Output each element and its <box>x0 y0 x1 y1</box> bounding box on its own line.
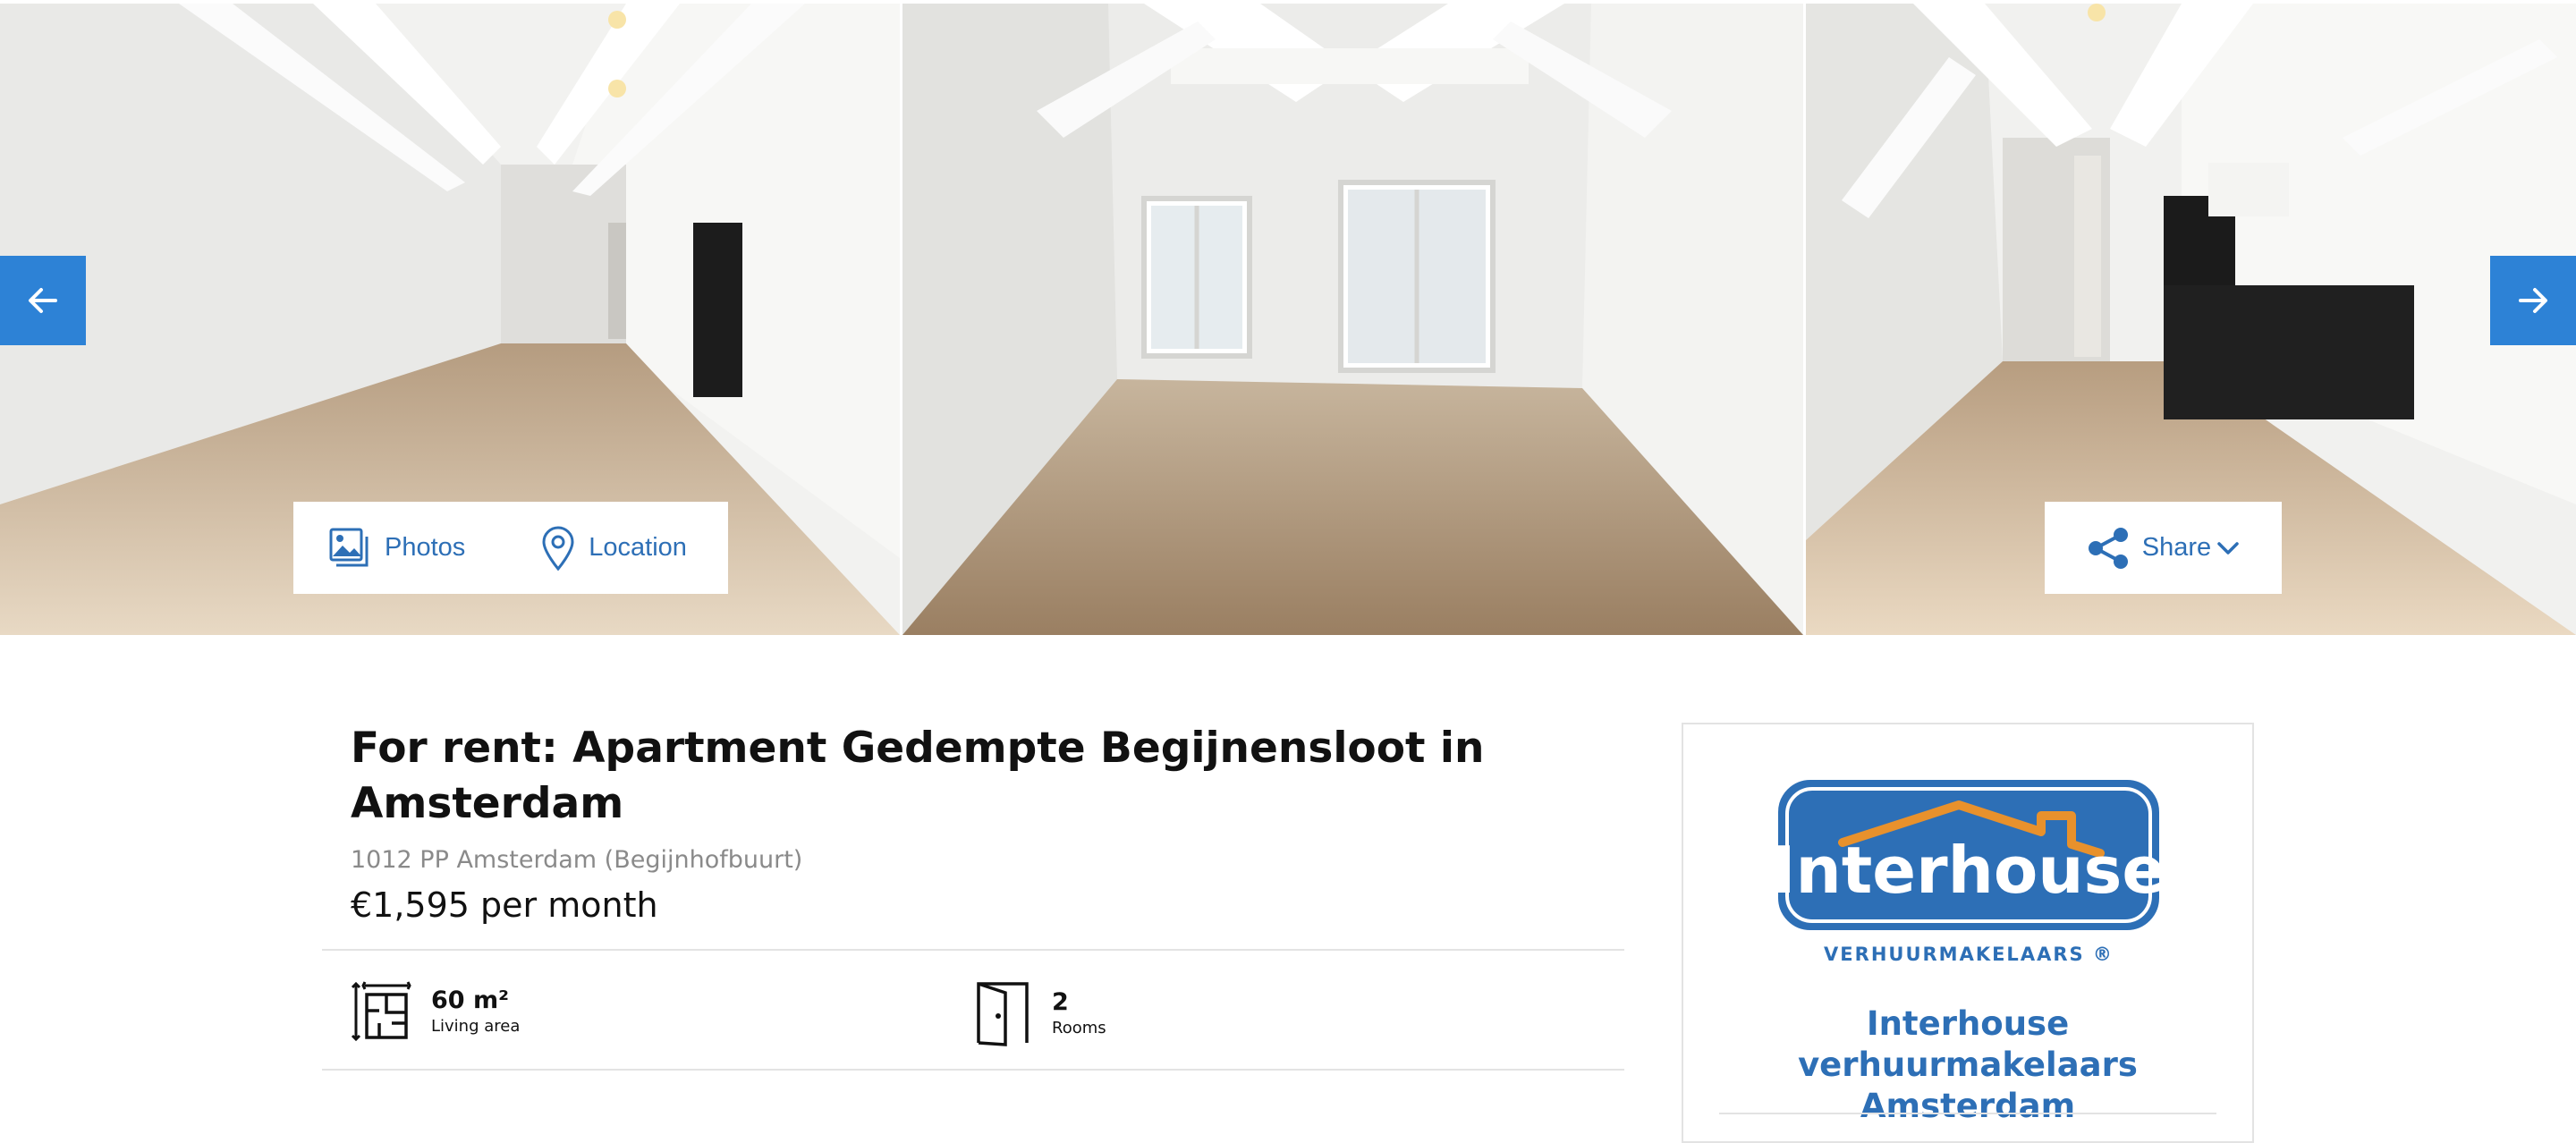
living-area-label: Living area <box>431 1017 521 1036</box>
feature-rooms: 2 Rooms <box>973 980 1106 1046</box>
door-icon <box>973 980 1032 1046</box>
arrow-left-icon <box>25 283 61 318</box>
photos-label: Photos <box>385 533 466 562</box>
rooms-value: 2 <box>1052 988 1069 1016</box>
photos-icon <box>327 526 372 571</box>
agent-logo-tagline: VERHUURMAKELAARS ® <box>1824 944 2114 965</box>
feature-rooms-text: 2 Rooms <box>1052 987 1106 1039</box>
agent-logo[interactable]: Interhouse VERHUURMAKELAARS ® <box>1772 778 2165 977</box>
arrow-right-icon <box>2515 283 2551 318</box>
photos-button[interactable]: Photos <box>327 526 465 571</box>
gallery-photo-2[interactable] <box>902 4 1803 635</box>
feature-living-area-text: 60 m² Living area <box>431 986 520 1037</box>
gallery-prev-button[interactable] <box>0 256 86 345</box>
chevron-down-icon <box>2216 539 2240 557</box>
photo-gallery: Photos Location Share <box>0 0 2576 637</box>
share-icon <box>2087 526 2131 571</box>
agent-name-link[interactable]: Interhouse verhuurmakelaars Amsterdam <box>1683 1003 2252 1127</box>
media-toggle-box: Photos Location <box>293 502 728 594</box>
agent-card: Interhouse VERHUURMAKELAARS ® Interhouse… <box>1682 723 2254 1143</box>
listing-price: €1,595 per month <box>351 885 658 925</box>
listing-title: For rent: Apartment Gedempte Begijnenslo… <box>351 724 1485 828</box>
location-label: Location <box>589 533 687 562</box>
gallery-next-button[interactable] <box>2490 256 2576 345</box>
listing-address: 1012 PP Amsterdam (Begijnhofbuurt) <box>351 846 803 874</box>
features-divider-bottom <box>322 1069 1624 1071</box>
rooms-label: Rooms <box>1052 1019 1106 1037</box>
share-button[interactable]: Share <box>2045 502 2282 594</box>
location-button[interactable]: Location <box>540 525 687 572</box>
feature-living-area: 60 m² Living area <box>351 980 520 1043</box>
living-area-value: 60 m² <box>431 986 509 1014</box>
floor-plan-icon <box>351 980 411 1043</box>
agent-logo-text: Interhouse <box>1776 833 2161 908</box>
map-pin-icon <box>540 525 576 572</box>
features-divider-top <box>322 949 1624 951</box>
share-label: Share <box>2141 533 2212 562</box>
agent-card-divider <box>1719 1113 2216 1114</box>
